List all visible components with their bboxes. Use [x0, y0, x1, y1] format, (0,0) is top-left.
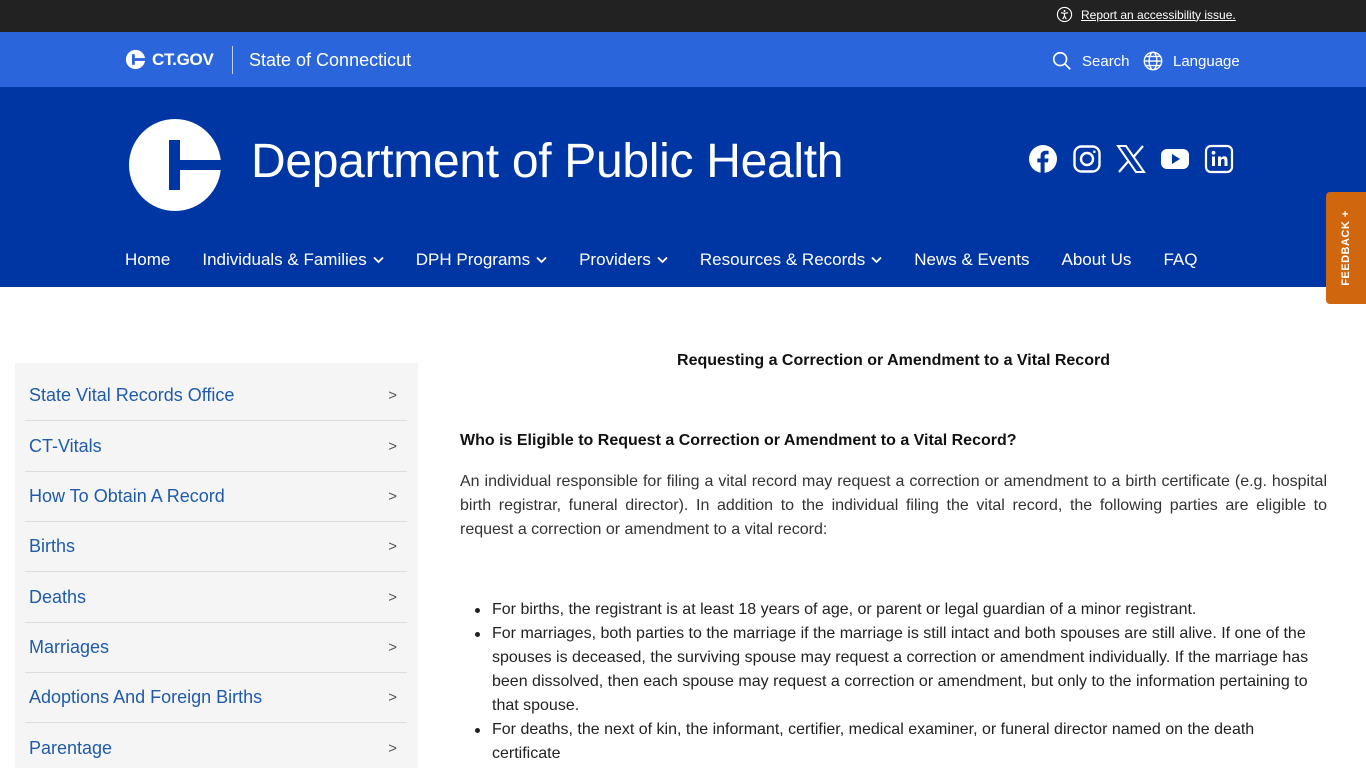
sidebar-item-marriages[interactable]: Marriages >: [25, 623, 407, 673]
nav-faq-label: FAQ: [1163, 250, 1198, 269]
facebook-link[interactable]: [1028, 144, 1058, 174]
nav-about-us-label: About Us: [1061, 250, 1132, 269]
sidebar-item-label: Marriages: [29, 637, 110, 657]
sidebar-item-label: Adoptions And Foreign Births: [29, 687, 263, 707]
sidebar-item-label: Births: [29, 536, 76, 556]
nav-providers-label: Providers: [579, 250, 651, 269]
youtube-icon: [1161, 149, 1189, 169]
list-item: For deaths, the next of kin, the informa…: [475, 718, 1322, 766]
nav-home-label: Home: [125, 250, 171, 269]
chevron-down-icon: [871, 256, 882, 264]
section-heading: Who is Eligible to Request a Correction …: [460, 432, 1017, 449]
chevron-right-icon: >: [388, 538, 397, 555]
nav-home[interactable]: Home: [125, 250, 170, 270]
nav-news-events[interactable]: News & Events: [914, 250, 1029, 270]
linkedin-icon: [1204, 144, 1234, 174]
accessibility-link[interactable]: Report an accessibility issue.: [1056, 6, 1236, 23]
chevron-right-icon: >: [388, 689, 397, 706]
chevron-right-icon: >: [388, 740, 397, 757]
sidebar-item-label: Parentage: [29, 738, 113, 758]
feedback-tab[interactable]: FEEDBACK +: [1326, 192, 1366, 304]
instagram-icon: [1073, 145, 1101, 173]
main-nav: Home Individuals & Families DPH Programs…: [125, 248, 1229, 272]
youtube-link[interactable]: [1160, 144, 1190, 174]
chevron-right-icon: >: [388, 387, 397, 404]
chevron-down-icon: [657, 256, 668, 264]
list-item: For marriages, both parties to the marri…: [475, 622, 1322, 718]
chevron-down-icon: [373, 256, 384, 264]
nav-resources-records-label: Resources & Records: [699, 250, 866, 269]
page-title: Requesting a Correction or Amendment to …: [677, 352, 1110, 369]
globe-icon: [1143, 51, 1163, 71]
sidebar-item-deaths[interactable]: Deaths >: [25, 573, 407, 623]
language-button[interactable]: Language: [1142, 50, 1240, 72]
sidebar-item-adoptions-and-foreign-births[interactable]: Adoptions And Foreign Births >: [25, 673, 407, 723]
accessibility-link-label: Report an accessibility issue.: [1081, 7, 1236, 22]
sidebar-item-births[interactable]: Births >: [25, 522, 407, 572]
nav-dph-programs-label: DPH Programs: [415, 250, 531, 269]
language-label: Language: [1173, 52, 1240, 70]
accessibility-icon: [1056, 6, 1073, 23]
search-button[interactable]: Search: [1051, 50, 1130, 72]
nav-faq[interactable]: FAQ: [1163, 250, 1197, 270]
sidebar-item-label: CT-Vitals: [29, 436, 102, 456]
eligibility-list: For births, the registrant is at least 1…: [475, 598, 1322, 766]
chevron-right-icon: >: [388, 438, 397, 455]
search-icon: [1052, 51, 1071, 70]
agency-title[interactable]: Department of Public Health: [251, 134, 844, 189]
agency-header: Department of Public Health Home Individ…: [0, 87, 1366, 287]
x-icon: [1116, 145, 1146, 173]
sidebar-item-state-vital-records-office[interactable]: State Vital Records Office >: [25, 371, 407, 421]
utility-bar: Report an accessibility issue.: [0, 0, 1366, 32]
chevron-down-icon: [536, 256, 547, 264]
state-of-connecticut-link[interactable]: State of Connecticut: [249, 50, 411, 71]
chevron-right-icon: >: [388, 589, 397, 606]
sidebar-item-how-to-obtain-a-record[interactable]: How To Obtain A Record >: [25, 472, 407, 522]
ct-gov-bar: CT.GOV State of Connecticut Search Langu…: [0, 32, 1366, 87]
linkedin-link[interactable]: [1204, 144, 1234, 174]
ct-logo-icon: [125, 49, 146, 70]
ct-gov-logo-text: CT.GOV: [152, 49, 214, 69]
intro-paragraph: An individual responsible for filing a v…: [460, 473, 1327, 538]
nav-about-us[interactable]: About Us: [1062, 250, 1132, 270]
facebook-icon: [1029, 145, 1057, 173]
nav-individuals-families-label: Individuals & Families: [202, 250, 367, 269]
chevron-right-icon: >: [388, 639, 397, 656]
x-link[interactable]: [1116, 144, 1146, 174]
instagram-link[interactable]: [1072, 144, 1102, 174]
chevron-right-icon: >: [388, 488, 397, 505]
nav-dph-programs[interactable]: DPH Programs: [416, 250, 547, 270]
nav-individuals-families[interactable]: Individuals & Families: [202, 250, 384, 270]
feedback-label: FEEDBACK +: [1340, 210, 1352, 286]
sidebar-item-label: State Vital Records Office: [29, 385, 235, 405]
search-label: Search: [1082, 52, 1130, 70]
nav-resources-records[interactable]: Resources & Records: [700, 250, 882, 270]
list-item: For births, the registrant is at least 1…: [475, 598, 1322, 622]
nav-news-events-label: News & Events: [914, 250, 1030, 269]
sidebar-nav: State Vital Records Office > CT-Vitals > H…: [15, 363, 418, 768]
sidebar-item-label: Deaths: [29, 587, 87, 607]
sidebar-item-label: How To Obtain A Record: [29, 486, 225, 506]
gov-bar-divider: [232, 46, 233, 74]
sidebar-item-parentage[interactable]: Parentage >: [25, 724, 407, 768]
nav-providers[interactable]: Providers: [579, 250, 668, 270]
sidebar-item-ct-vitals[interactable]: CT-Vitals >: [25, 422, 407, 472]
ct-gov-logo[interactable]: CT.GOV: [125, 49, 214, 70]
agency-logo-icon[interactable]: [129, 119, 221, 211]
